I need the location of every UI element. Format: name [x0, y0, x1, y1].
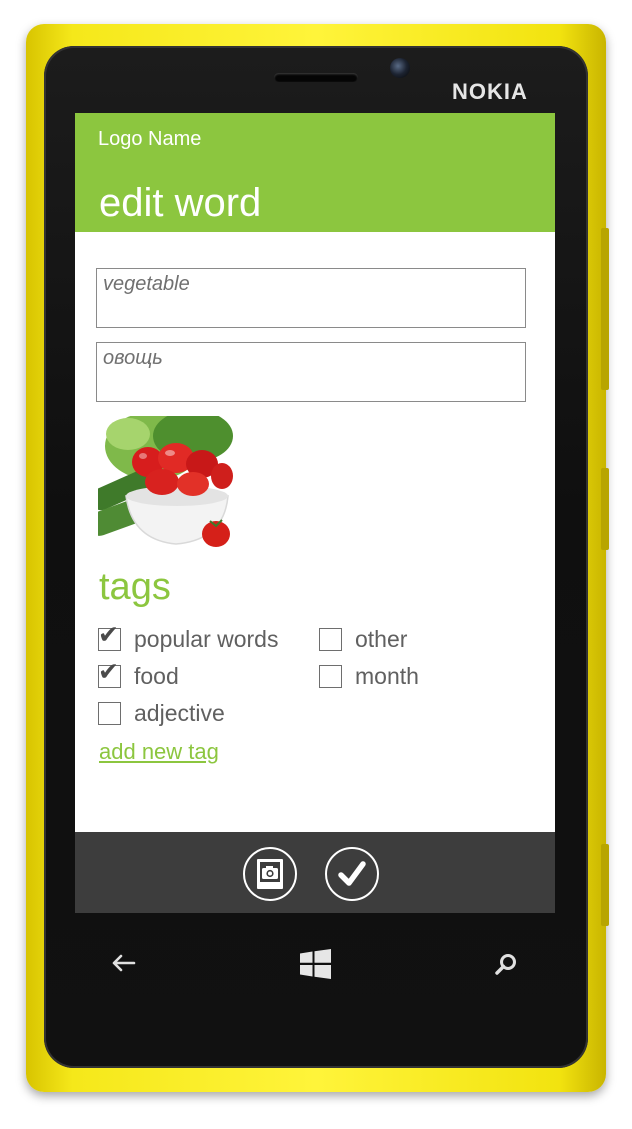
camera-icon — [256, 858, 283, 889]
translation-input-placeholder: овощь — [103, 347, 163, 369]
tag-label: popular words — [134, 625, 279, 652]
tag-label: other — [355, 625, 408, 652]
front-camera — [390, 58, 410, 78]
page-title: edit word — [99, 181, 262, 225]
logo-name: Logo Name — [98, 128, 202, 150]
translation-input[interactable]: овощь — [96, 342, 526, 402]
camera-shutter-button — [601, 844, 609, 926]
app-bar — [75, 832, 555, 913]
tag-popular-words[interactable]: ✔ popular words — [98, 620, 279, 653]
tag-adjective[interactable]: adjective — [98, 699, 225, 727]
save-button[interactable] — [325, 847, 379, 901]
checkmark-icon — [337, 860, 366, 886]
app-header: Logo Name edit word — [75, 113, 555, 232]
tag-month-checkbox[interactable] — [319, 664, 342, 688]
tag-label: month — [355, 662, 419, 689]
add-new-tag-link[interactable]: add new tag — [99, 739, 219, 765]
word-input-placeholder: vegetable — [103, 273, 190, 295]
tag-food[interactable]: ✔ food — [98, 657, 179, 690]
volume-rocker — [601, 228, 609, 390]
power-button — [601, 468, 609, 550]
tag-other[interactable]: other — [319, 625, 407, 653]
tag-popular-words-checkbox[interactable]: ✔ — [98, 620, 121, 651]
tag-month[interactable]: month — [319, 662, 419, 690]
app-screen: Logo Name edit word vegetable овощь tags… — [75, 113, 555, 913]
camera-button[interactable] — [243, 847, 297, 901]
word-input[interactable]: vegetable — [96, 268, 526, 328]
vegetables-photo[interactable] — [98, 416, 233, 551]
tag-food-checkbox[interactable]: ✔ — [98, 657, 121, 688]
earpiece-speaker — [274, 73, 358, 82]
checkmark-icon: ✔ — [98, 619, 119, 649]
windows-start-icon[interactable] — [300, 949, 331, 979]
back-arrow-icon[interactable] — [111, 952, 137, 974]
tags-heading: tags — [99, 566, 171, 608]
checkmark-icon: ✔ — [98, 656, 119, 686]
tag-label: food — [134, 662, 179, 689]
tag-adjective-checkbox[interactable] — [98, 701, 121, 725]
tag-label: adjective — [134, 699, 225, 726]
search-icon[interactable] — [494, 952, 519, 977]
brand-logo: NOKIA — [452, 79, 528, 104]
tag-other-checkbox[interactable] — [319, 627, 342, 651]
